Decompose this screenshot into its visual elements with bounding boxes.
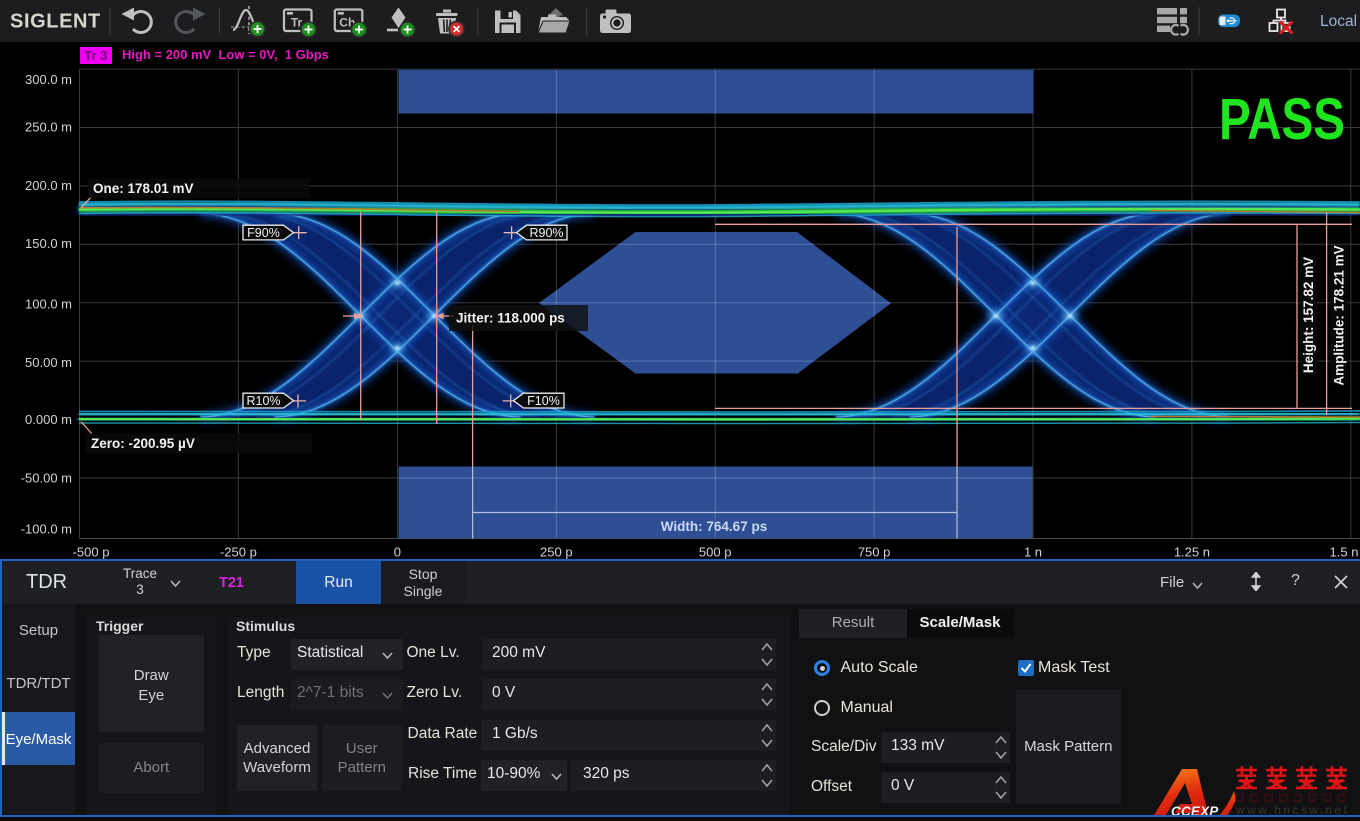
svg-text:0: 0 — [394, 545, 401, 560]
svg-text:One: 178.01 mV: One: 178.01 mV — [93, 181, 194, 196]
svg-text:150.0 m: 150.0 m — [25, 236, 72, 251]
svg-text:Amplitude: 178.21 mV: Amplitude: 178.21 mV — [1332, 245, 1347, 385]
svg-text:500 p: 500 p — [699, 545, 732, 560]
svg-text:1 n: 1 n — [1024, 545, 1042, 560]
svg-text:Zero: -200.95 µV: Zero: -200.95 µV — [91, 436, 195, 451]
svg-text:SIGLENT: SIGLENT — [10, 11, 101, 33]
svg-text:Local: Local — [1320, 13, 1357, 30]
svg-text:100.0 m: 100.0 m — [25, 297, 72, 312]
svg-text:Jitter: 118.000 ps: Jitter: 118.000 ps — [456, 311, 565, 326]
svg-text:-100.0 m: -100.0 m — [21, 522, 72, 537]
svg-text:F90%: F90% — [247, 226, 280, 240]
svg-text:0.000 m: 0.000 m — [25, 412, 72, 427]
svg-text:R90%: R90% — [529, 226, 563, 240]
svg-text:1.5 n: 1.5 n — [1330, 545, 1359, 560]
svg-text:Height: 157.82 mV: Height: 157.82 mV — [1301, 257, 1316, 373]
svg-text:250.0 m: 250.0 m — [25, 119, 72, 134]
svg-text:F10%: F10% — [527, 394, 560, 408]
svg-text:-250 p: -250 p — [220, 545, 257, 560]
svg-text:-50.00 m: -50.00 m — [21, 471, 72, 486]
svg-text:300.0 m: 300.0 m — [25, 72, 72, 87]
svg-text:Width: 764.67 ps: Width: 764.67 ps — [661, 519, 767, 534]
svg-text:-500 p: -500 p — [73, 545, 110, 560]
svg-text:250 p: 250 p — [540, 545, 573, 560]
svg-text:50.00 m: 50.00 m — [25, 355, 72, 370]
svg-text:200.0 m: 200.0 m — [25, 178, 72, 193]
svg-text:750 p: 750 p — [858, 545, 891, 560]
svg-text:PASS: PASS — [1219, 87, 1345, 152]
svg-text:1.25 n: 1.25 n — [1174, 545, 1210, 560]
svg-text:R10%: R10% — [246, 394, 280, 408]
